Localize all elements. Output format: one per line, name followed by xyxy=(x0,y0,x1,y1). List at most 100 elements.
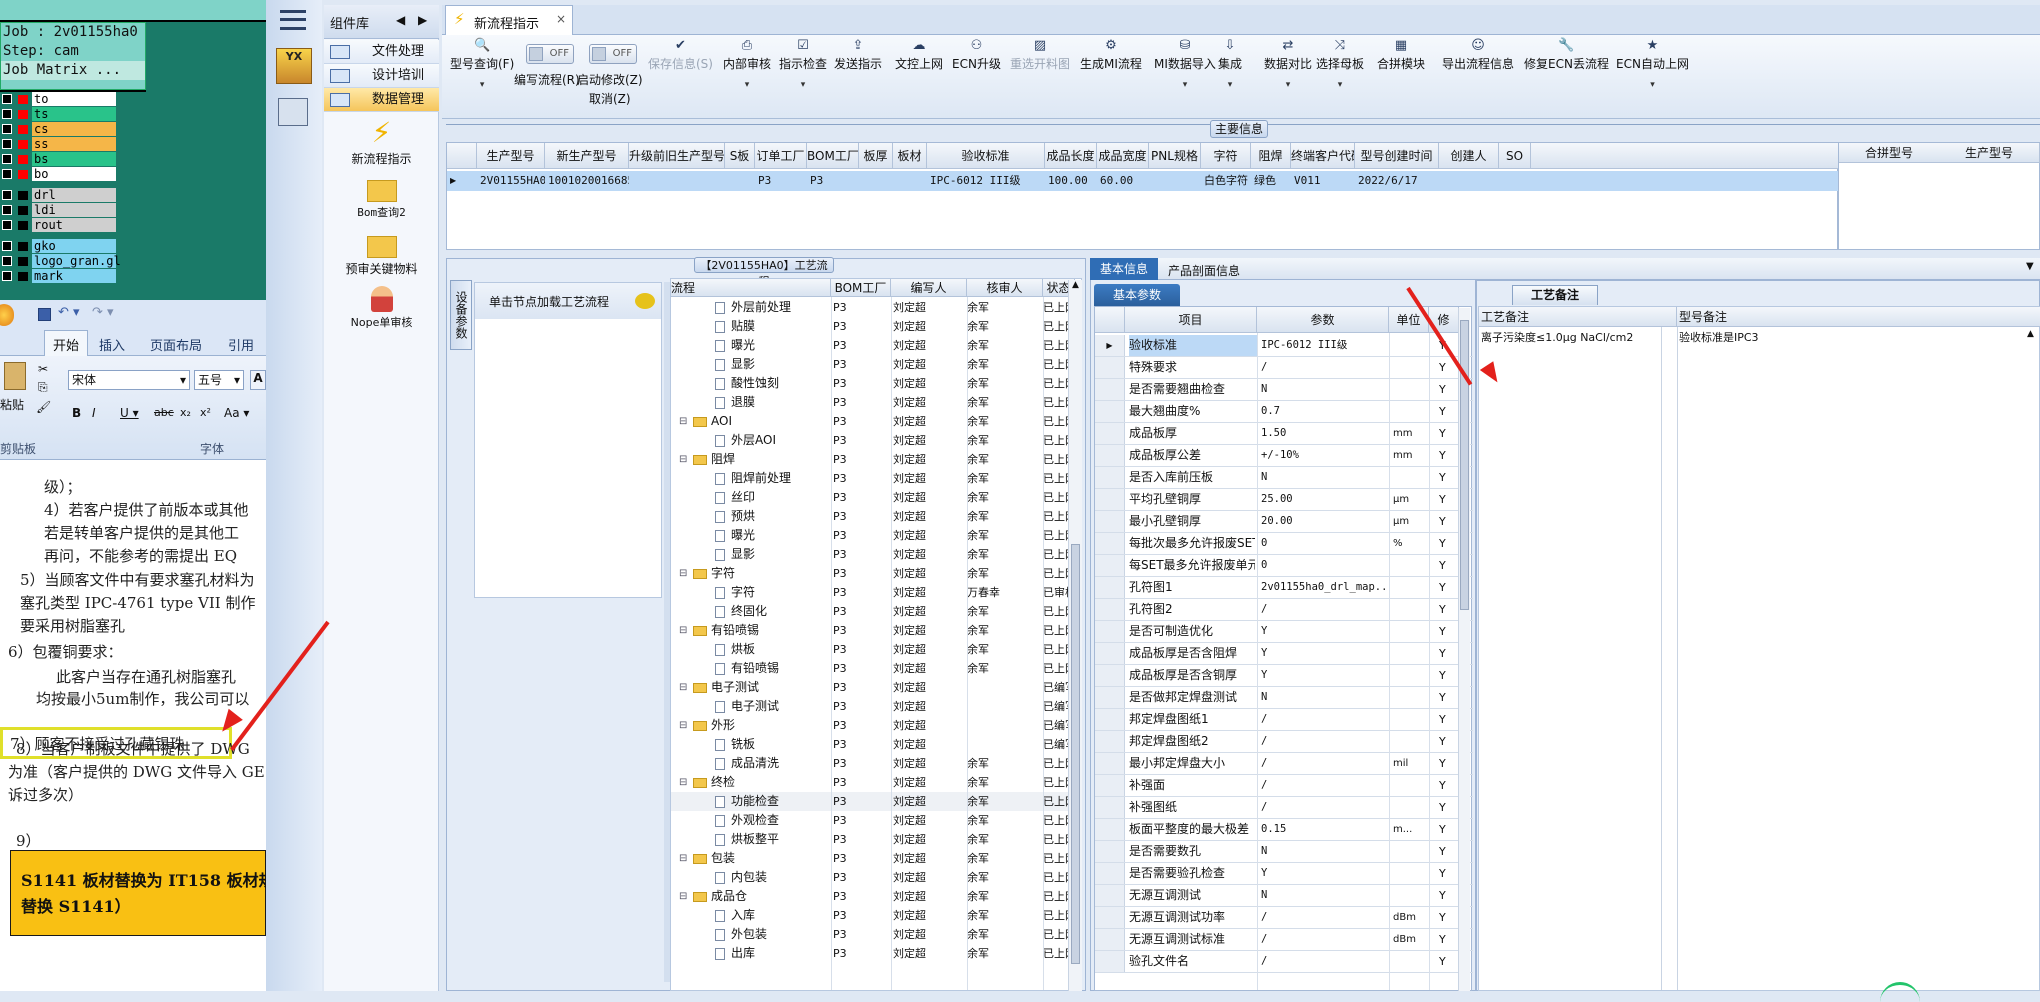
layer-checkbox[interactable] xyxy=(2,169,12,179)
param-value[interactable]: / xyxy=(1261,775,1387,796)
paste-icon[interactable] xyxy=(4,362,26,390)
job-matrix-button[interactable]: Job Matrix ... xyxy=(1,61,145,80)
tree-collapse-icon[interactable]: ⊟ xyxy=(679,412,687,431)
tree-collapse-icon[interactable]: ⊟ xyxy=(679,564,687,583)
tree-leaf-row[interactable]: 烘板 P3 刘定超 余军 已上网 xyxy=(671,640,1076,659)
param-flag[interactable]: Y xyxy=(1439,401,1446,422)
cam-layer-row[interactable]: rout xyxy=(0,218,118,233)
layer-checkbox[interactable] xyxy=(2,154,12,164)
params-row[interactable]: 是否需要翘曲检查 N Y xyxy=(1095,379,1473,401)
flow-tree-grid[interactable]: 流程 BOM工厂 编写人 核审人 状态 外层前处理 P3 刘定超 余军 已上网 贴膜 P3 刘定超 余军已… xyxy=(670,278,1082,991)
font-size-select[interactable]: 五号 ▾ xyxy=(194,370,244,390)
param-flag[interactable]: Y xyxy=(1439,555,1446,576)
tree-collapse-icon[interactable]: ⊟ xyxy=(679,887,687,906)
param-flag[interactable]: Y xyxy=(1439,819,1446,840)
model-remark-text[interactable]: 验收标准是IPC3 xyxy=(1679,329,1759,345)
flow-scrollbar[interactable]: ▲ xyxy=(1068,280,1082,991)
tree-leaf-row[interactable]: 显影 P3 刘定超 余军 已上网 xyxy=(671,355,1076,374)
tree-leaf-row[interactable]: 显影 P3 刘定超 余军 已上网 xyxy=(671,545,1076,564)
side-tab-device-params[interactable]: 设备参数 xyxy=(450,280,472,350)
tree-folder-row[interactable]: 阻焊 ⊟ P3 刘定超 余军 已上网 xyxy=(671,450,1076,469)
tree-leaf-row[interactable]: 外层AOI P3 刘定超 余军 已上网 xyxy=(671,431,1076,450)
toolbar-button-11[interactable]: ⛁ MI数据导入 ▾ xyxy=(1154,37,1216,90)
layer-checkbox[interactable] xyxy=(2,205,12,215)
table-cell[interactable]: 10010200166851 xyxy=(545,171,629,191)
tree-leaf-row[interactable]: 外层前处理 P3 刘定超 余军 已上网 xyxy=(671,298,1076,317)
params-row[interactable]: 邦定焊盘图纸1 / Y xyxy=(1095,709,1473,731)
column-header[interactable]: PNL规格 xyxy=(1149,143,1201,169)
tree-folder-row[interactable]: AOI ⊟ P3 刘定超 余军 已上网 xyxy=(671,412,1076,431)
param-flag[interactable]: Y xyxy=(1439,577,1446,598)
scroll-thumb[interactable] xyxy=(1460,320,1469,610)
table-cell[interactable] xyxy=(629,171,725,191)
layer-checkbox[interactable] xyxy=(2,109,12,119)
table-cell[interactable]: 白色字符 xyxy=(1201,171,1251,191)
toolbar-button-16[interactable]: ☺ 导出流程信息 xyxy=(1442,37,1514,72)
table-cell[interactable]: 2022/6/17 xyxy=(1355,171,1439,191)
process-remark-text[interactable]: 离子污染度≤1.0μg NaCl/cm2 xyxy=(1481,329,1633,345)
toolbar-button-0[interactable]: 🔍 型号查询(F) ▾ xyxy=(450,37,514,90)
close-tab-icon[interactable]: × xyxy=(556,12,566,26)
merge-grid[interactable]: 合拼型号 生产型号 xyxy=(1838,142,2040,250)
tab-basic-info[interactable]: 基本信息 xyxy=(1090,258,1158,280)
param-value[interactable]: Y xyxy=(1261,643,1387,664)
column-header[interactable]: 升级前旧生产型号 xyxy=(629,143,725,169)
param-value[interactable]: 25.00 xyxy=(1261,489,1387,510)
table-cell[interactable] xyxy=(859,171,893,191)
chevron-down-icon[interactable]: ▾ xyxy=(1316,80,1364,90)
param-value[interactable]: 0 xyxy=(1261,533,1387,554)
toolbar-button-3[interactable]: ✔ 保存信息(S) xyxy=(648,37,713,72)
toolbar-button-14[interactable]: ⤨ 选择母板 ▾ xyxy=(1316,37,1364,90)
chevron-down-icon[interactable]: ▾ xyxy=(450,80,514,90)
params-row[interactable]: 最大翘曲度% 0.7 Y xyxy=(1095,401,1473,423)
param-value[interactable]: / xyxy=(1261,797,1387,818)
cam-layer-row[interactable]: ts xyxy=(0,107,118,122)
params-column-header[interactable]: 参数 xyxy=(1257,307,1389,333)
layer-checkbox[interactable] xyxy=(2,190,12,200)
table-cell[interactable]: P3 xyxy=(755,171,807,191)
cam-layer-row[interactable]: to xyxy=(0,92,118,107)
basic-params-grid[interactable]: 项目参数单位修▶验收标准IPC-6012 III级Y特殊要求/Y是否需要翘曲检查… xyxy=(1094,306,1473,991)
calculator-icon[interactable] xyxy=(278,98,308,126)
chevron-down-icon[interactable]: ▾ xyxy=(1218,80,1242,90)
param-flag[interactable]: Y xyxy=(1439,467,1446,488)
tree-collapse-icon[interactable]: ⊟ xyxy=(679,621,687,640)
tree-leaf-row[interactable]: 成品清洗 P3 刘定超 余军 已上网 xyxy=(671,754,1076,773)
params-row[interactable]: 每SET最多允许报废单元 0 Y xyxy=(1095,555,1473,577)
tree-leaf-row[interactable]: 终固化 P3 刘定超 余军 已上网 xyxy=(671,602,1076,621)
layer-checkbox[interactable] xyxy=(2,139,12,149)
word-logo-icon[interactable] xyxy=(0,304,14,326)
toolbar-button-7[interactable]: ☁ 文控上网 xyxy=(895,37,943,72)
column-header[interactable]: 阻焊 xyxy=(1251,143,1291,169)
tree-leaf-row[interactable]: 铣板 P3 刘定超 已编写 xyxy=(671,735,1076,754)
tree-leaf-row[interactable]: 内包装 P3 刘定超 余军 已上网 xyxy=(671,868,1076,887)
superscript-button[interactable]: x² xyxy=(200,406,211,419)
flow-column-header[interactable]: BOM工厂 xyxy=(831,279,891,297)
column-header[interactable]: 订单工厂 xyxy=(755,143,807,169)
column-header[interactable]: BOM工厂 xyxy=(807,143,859,169)
sidebar-item-file-processing[interactable]: 文件处理 xyxy=(324,40,439,64)
param-flag[interactable]: Y xyxy=(1439,445,1446,466)
param-value[interactable]: / xyxy=(1261,951,1387,972)
toolbar-button-15[interactable]: ▦ 合拼模块 xyxy=(1377,37,1425,72)
param-value[interactable]: 0.15 xyxy=(1261,819,1387,840)
param-value[interactable]: 20.00 xyxy=(1261,511,1387,532)
toolbar-sub-label[interactable]: 取消(Z) xyxy=(577,90,643,107)
param-value[interactable]: N xyxy=(1261,841,1387,862)
cam-layer-row[interactable]: logo_gran.gl xyxy=(0,254,121,269)
param-value[interactable]: / xyxy=(1261,357,1387,378)
tree-leaf-row[interactable]: 外包装 P3 刘定超 余军 已上网 xyxy=(671,925,1076,944)
toolbar-button-4[interactable]: ⎙ 内部审核 ▾ xyxy=(723,37,771,90)
toolbar-button-2[interactable]: 启动修改(Z) 取消(Z) xyxy=(577,71,643,107)
params-row[interactable]: 成品板厚公差 +/-10% mm Y xyxy=(1095,445,1473,467)
column-header[interactable]: 创建人 xyxy=(1439,143,1499,169)
param-value[interactable]: 0 xyxy=(1261,555,1387,576)
column-header[interactable]: 成品长度 xyxy=(1045,143,1097,169)
tree-collapse-icon[interactable]: ⊟ xyxy=(679,678,687,697)
column-header[interactable]: 成品宽度 xyxy=(1097,143,1149,169)
table-cell[interactable]: V011 xyxy=(1291,171,1355,191)
chevron-down-icon[interactable]: ▾ xyxy=(1264,80,1312,90)
tree-folder-row[interactable]: 包装 ⊟ P3 刘定超 余军 已上网 xyxy=(671,849,1076,868)
table-cell[interactable]: 绿色 xyxy=(1251,171,1291,191)
tree-folder-row[interactable]: 成品仓 ⊟ P3 刘定超 余军 已上网 xyxy=(671,887,1076,906)
